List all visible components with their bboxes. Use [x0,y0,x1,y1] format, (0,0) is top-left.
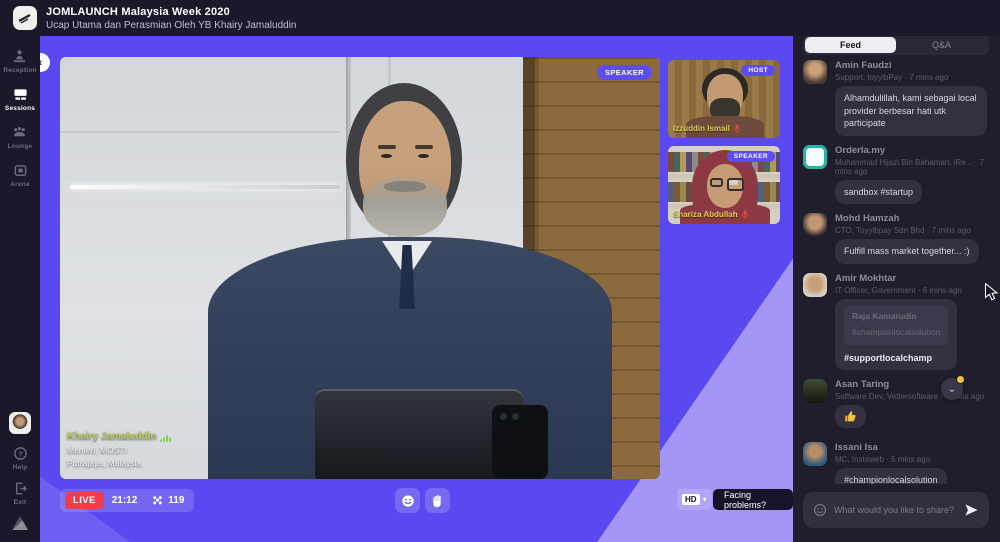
raised-hand-icon [433,494,441,507]
chat-message: Amin Faudzi Support, toyyibPay · 7 mins … [803,60,995,136]
sidebar-item-sessions[interactable]: Sessions [5,87,35,112]
muted-mic-icon [741,210,748,219]
scroll-to-latest-button[interactable]: ⌄ [941,375,965,400]
new-message-dot [956,375,965,384]
raise-hand-button[interactable] [425,488,450,513]
quoted-message: Raja Kamarudin #championlocalsolution [844,304,949,345]
hd-quality-label: HD [682,494,700,505]
lounge-icon [14,127,26,137]
sidebar-item-exit[interactable]: Exit [13,481,28,506]
avatar [803,442,827,467]
stream-stats-pill: LIVE 21:12 119 [60,489,195,512]
main-speaker-video: SPEAKER Khairy Jamaluddin Menteri, MOSTI… [60,57,660,479]
quality-selector[interactable]: HD ▾ [677,489,712,510]
chat-message: Amir Mokhtar IT Officer, Government · 6 … [803,272,995,371]
avatar [803,213,827,238]
avatar [803,60,827,84]
stream-timer: 21:12 [111,495,138,506]
app-root: JOMLAUNCH Malaysia Week 2020 Ucap Utama … [0,0,1000,542]
session-stage: ‹ SPEAKER Khairy [40,36,793,542]
help-icon: ? [13,447,27,460]
event-header: JOMLAUNCH Malaysia Week 2020 Ucap Utama … [0,0,1000,36]
svg-text:?: ? [18,449,23,458]
chevron-down-icon: ▾ [702,495,707,504]
sidebar-item-reception[interactable]: Reception [3,49,36,74]
chat-message-input[interactable] [834,505,957,515]
chat-message: Issani Isa MC, Instaweb · 5 mins ago #ch… [803,442,995,484]
viewers-icon [153,496,163,505]
feed-qa-switcher: Feed Q&A [803,35,989,55]
chat-message-list[interactable]: Amin Faudzi Support, toyyibPay · 7 mins … [803,60,995,484]
arena-icon [14,165,26,176]
chat-message: Orderla.my Muhammad Hijazi Bin Bahaman, … [803,144,995,205]
jomlaunch-logo-icon [18,13,31,24]
back-button[interactable]: ‹ [40,53,50,72]
tab-qa[interactable]: Q&A [896,37,987,53]
viewer-count: 119 [168,495,185,506]
connection-signal-icon [160,435,172,442]
sessions-icon [13,89,27,100]
chevron-down-icon: ⌄ [947,383,957,395]
left-sidebar: Reception Sessions Lounge Arena ? Help E… [0,36,40,542]
host-video-thumbnail[interactable]: HOST Izzuddin Ismail [668,60,780,138]
chat-panel: Feed Q&A Amin Faudzi Support, toyyibPay … [793,0,1000,542]
tab-feed[interactable]: Feed [805,37,896,53]
reception-icon [14,50,26,63]
host-name: Izzuddin Ismail [673,124,730,133]
platform-logo-icon [12,516,28,530]
session-subtitle: Ucap Utama dan Perasmian Oleh YB Khairy … [46,19,297,31]
thumbs-up-emoji [835,405,866,429]
sidebar-item-lounge[interactable]: Lounge [8,125,33,150]
chat-message: Asan Taring Software Dev, Vettersoftware… [803,379,995,433]
speaker-role: Menteri, MOSTI [67,445,127,455]
speaker-badge: SPEAKER [726,151,775,162]
avatar [803,144,827,169]
facing-problems-button[interactable]: Facing problems? [713,489,793,510]
my-profile-avatar[interactable] [9,412,31,434]
speaker2-name: Shariza Abdullah [673,210,738,219]
sidebar-item-arena[interactable]: Arena [10,163,30,188]
speaker-name: Khairy Jamaluddin [67,431,157,442]
sidebar-item-help[interactable]: ? Help [13,446,28,471]
speaker-name-block: Khairy Jamaluddin Menteri, MOSTI Putraja… [67,431,172,468]
avatar [803,379,827,404]
host-badge: HOST [741,65,775,76]
exit-icon [15,482,27,495]
send-icon[interactable] [964,503,979,517]
event-logo [13,6,37,30]
chat-input-box [803,492,989,528]
emoji-picker-icon[interactable] [813,503,827,517]
smiley-icon [401,494,414,507]
event-title: JOMLAUNCH Malaysia Week 2020 [46,5,230,18]
chat-message: Mohd Hamzah CTO, Toyyibpay Sdn Bhd · 7 m… [803,213,995,264]
speaker-role-badge: SPEAKER [596,65,652,80]
avatar [803,272,827,297]
speaker-location: Putrajaya, Malaysia [67,458,142,468]
speaker-video-thumbnail[interactable]: SPEAKER Shariza Abdullah [668,146,780,224]
emoji-reaction-button[interactable] [395,488,420,513]
muted-mic-icon [733,124,740,133]
live-badge: LIVE [65,492,104,509]
